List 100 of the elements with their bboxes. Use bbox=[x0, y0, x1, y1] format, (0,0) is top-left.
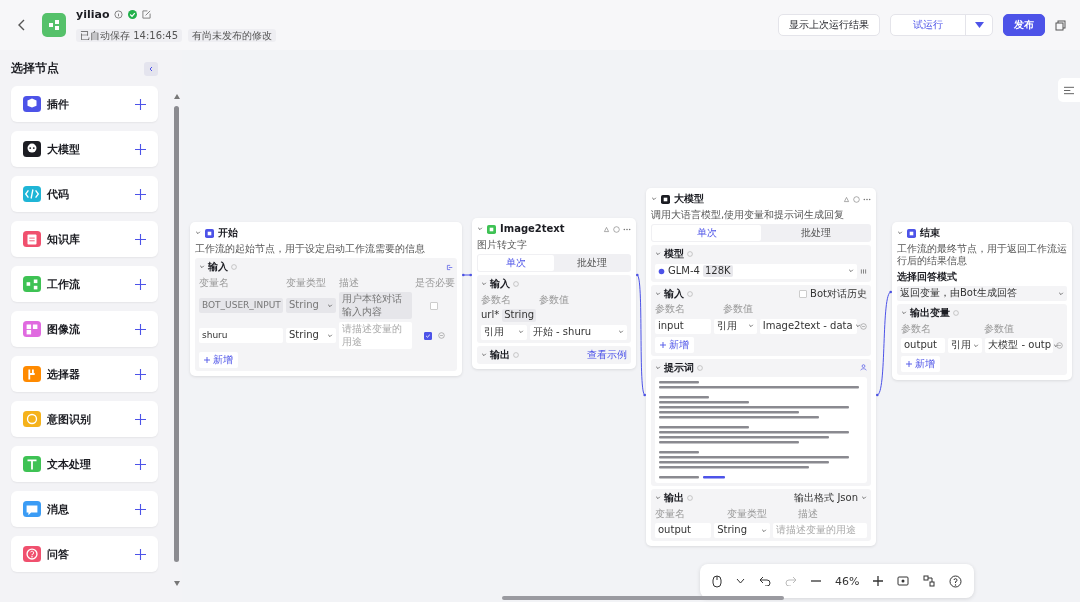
chevron-down-icon[interactable] bbox=[736, 578, 745, 584]
section-title: 输入 bbox=[664, 287, 684, 300]
node-type-item[interactable]: 文本处理 bbox=[11, 446, 158, 482]
copy-icon[interactable] bbox=[1055, 19, 1066, 31]
node-type-item[interactable]: 插件 bbox=[11, 86, 158, 122]
node-type-item[interactable]: 大模型 bbox=[11, 131, 158, 167]
value-select[interactable]: 开始 - shuru bbox=[529, 324, 627, 340]
add-icon[interactable] bbox=[135, 503, 146, 515]
llm-node[interactable]: 大模型 调用大语言模型,使用变量和提示词生成回复 单次 批处理 模型 GLM-4 128K 输入 Bot对话历史 参数名 参数值 input 引用 Image2text - data 新增 提示词 输出 输出格式 Json 变量名 变量类型 描述 output String 请描述变量的用途 bbox=[646, 188, 876, 546]
node-description: 工作流的最终节点，用于返回工作流运行后的结果信息 bbox=[897, 242, 1067, 268]
mode-tab[interactable]: 批处理 bbox=[554, 255, 630, 271]
node-type-label: 代码 bbox=[47, 186, 70, 202]
section-title: 输出 bbox=[664, 492, 684, 505]
info-icon bbox=[513, 351, 519, 358]
node-type-item[interactable]: 选择器 bbox=[11, 356, 158, 392]
required-checkbox[interactable] bbox=[423, 331, 432, 340]
add-icon[interactable] bbox=[135, 323, 146, 335]
column-header: 参数值 bbox=[539, 293, 570, 306]
flow-icon bbox=[42, 13, 66, 37]
person-icon[interactable] bbox=[860, 364, 867, 372]
help-icon[interactable] bbox=[949, 574, 963, 588]
node-type-item[interactable]: 问答 bbox=[11, 536, 158, 572]
mode-select[interactable]: 引用 bbox=[947, 338, 983, 353]
add-icon[interactable] bbox=[135, 278, 146, 290]
more-icon[interactable] bbox=[863, 197, 871, 201]
node-title: 大模型 bbox=[674, 193, 704, 206]
add-button[interactable]: 新增 bbox=[199, 352, 238, 368]
add-icon[interactable] bbox=[135, 98, 146, 110]
add-button[interactable]: 新增 bbox=[655, 336, 694, 353]
column-header: 参数名 bbox=[655, 303, 686, 316]
mode-tab[interactable]: 单次 bbox=[652, 225, 761, 241]
scrollbar-thumb[interactable] bbox=[502, 596, 784, 600]
unpublished-status: 有尚未发布的修改 bbox=[188, 28, 277, 42]
node-type-label: 插件 bbox=[47, 96, 70, 112]
node-type-item[interactable]: 知识库 bbox=[11, 221, 158, 257]
history-checkbox[interactable] bbox=[799, 289, 808, 298]
type-select[interactable]: String bbox=[714, 523, 771, 538]
context-tag: 128K bbox=[702, 264, 733, 278]
node-description: 调用大语言模型,使用变量和提示词生成回复 bbox=[651, 208, 846, 221]
zoom-in-icon[interactable] bbox=[873, 576, 884, 586]
node-type-item[interactable]: 消息 bbox=[11, 491, 158, 527]
add-icon[interactable] bbox=[135, 143, 146, 155]
info-icon bbox=[687, 290, 693, 297]
answer-mode-select[interactable]: 返回变量，由Bot生成回答 bbox=[897, 286, 1067, 301]
node-title: 结束 bbox=[920, 227, 940, 240]
caret-icon bbox=[974, 22, 984, 28]
name-field[interactable]: input bbox=[655, 318, 712, 334]
add-icon[interactable] bbox=[135, 458, 146, 470]
scrollbar-thumb[interactable] bbox=[174, 106, 179, 562]
add-button[interactable]: 新增 bbox=[901, 356, 940, 372]
remove-icon[interactable] bbox=[1056, 342, 1063, 349]
end-node[interactable]: 结束 工作流的最终节点，用于返回工作流运行后的结果信息 选择回答模式 返回变量，由Bot生成回答 输出变量 参数名 参数值 output 引用 大模型 - outp 新增 bbox=[892, 222, 1072, 380]
add-icon[interactable] bbox=[135, 188, 146, 200]
undo-icon[interactable] bbox=[759, 576, 771, 586]
model-select[interactable]: GLM-4 128K bbox=[655, 263, 857, 279]
back-icon[interactable] bbox=[18, 19, 26, 31]
name-field[interactable]: output bbox=[901, 338, 945, 353]
mode-select[interactable]: 引用 bbox=[481, 324, 527, 340]
layout-icon[interactable] bbox=[923, 575, 936, 587]
last-result-button[interactable]: 显示上次运行结果 bbox=[778, 14, 880, 36]
info-icon bbox=[697, 364, 703, 371]
column-header: 是否必要 bbox=[415, 276, 453, 289]
field-label: 选择回答模式 bbox=[897, 270, 958, 283]
info-icon bbox=[687, 251, 693, 258]
node-type-label: 工作流 bbox=[47, 276, 81, 292]
panel-toggle-icon[interactable] bbox=[1058, 78, 1080, 102]
node-type-item[interactable]: 工作流 bbox=[11, 266, 158, 302]
fit-view-icon[interactable] bbox=[897, 575, 910, 587]
edit-icon[interactable] bbox=[142, 9, 152, 19]
import-icon[interactable] bbox=[446, 263, 453, 271]
add-icon[interactable] bbox=[135, 548, 146, 560]
add-icon[interactable] bbox=[135, 413, 146, 425]
mode-select[interactable]: 引用 bbox=[714, 318, 757, 334]
mode-tab[interactable]: 批处理 bbox=[761, 225, 870, 241]
add-icon[interactable] bbox=[135, 233, 146, 245]
node-type-label: 选择器 bbox=[47, 366, 81, 382]
image2text-node[interactable]: Image2text 图片转文字 单次 批处理 输入 参数名 参数值 url* String 引用 开始 - shuru 输出 查看示例 bbox=[472, 218, 636, 369]
example-link[interactable]: 查看示例 bbox=[587, 348, 627, 361]
remove-icon[interactable] bbox=[437, 332, 445, 339]
publish-button[interactable]: 发布 bbox=[1003, 14, 1045, 36]
add-icon[interactable] bbox=[135, 368, 146, 380]
name-field[interactable]: shuru bbox=[199, 328, 283, 343]
chevron-right-icon[interactable] bbox=[481, 351, 487, 358]
format-select[interactable]: Json bbox=[837, 492, 858, 505]
name-field[interactable]: output bbox=[655, 523, 712, 538]
more-icon[interactable] bbox=[623, 227, 631, 231]
info-icon[interactable] bbox=[114, 9, 124, 19]
mouse-icon[interactable] bbox=[712, 574, 722, 588]
zoom-level[interactable]: 46% bbox=[835, 574, 860, 588]
section-title: 输入 bbox=[208, 261, 228, 274]
node-type-item[interactable]: 意图识别 bbox=[11, 401, 158, 437]
node-type-item[interactable]: 代码 bbox=[11, 176, 158, 212]
column-header: 变量类型 bbox=[726, 507, 768, 520]
remove-icon[interactable] bbox=[860, 322, 867, 330]
info-icon bbox=[231, 264, 237, 271]
section-title: 提示词 bbox=[664, 361, 694, 374]
mode-tab[interactable]: 单次 bbox=[478, 255, 554, 271]
type-select[interactable]: String bbox=[286, 328, 336, 343]
node-type-item[interactable]: 图像流 bbox=[11, 311, 158, 347]
redo-icon[interactable] bbox=[785, 576, 797, 586]
